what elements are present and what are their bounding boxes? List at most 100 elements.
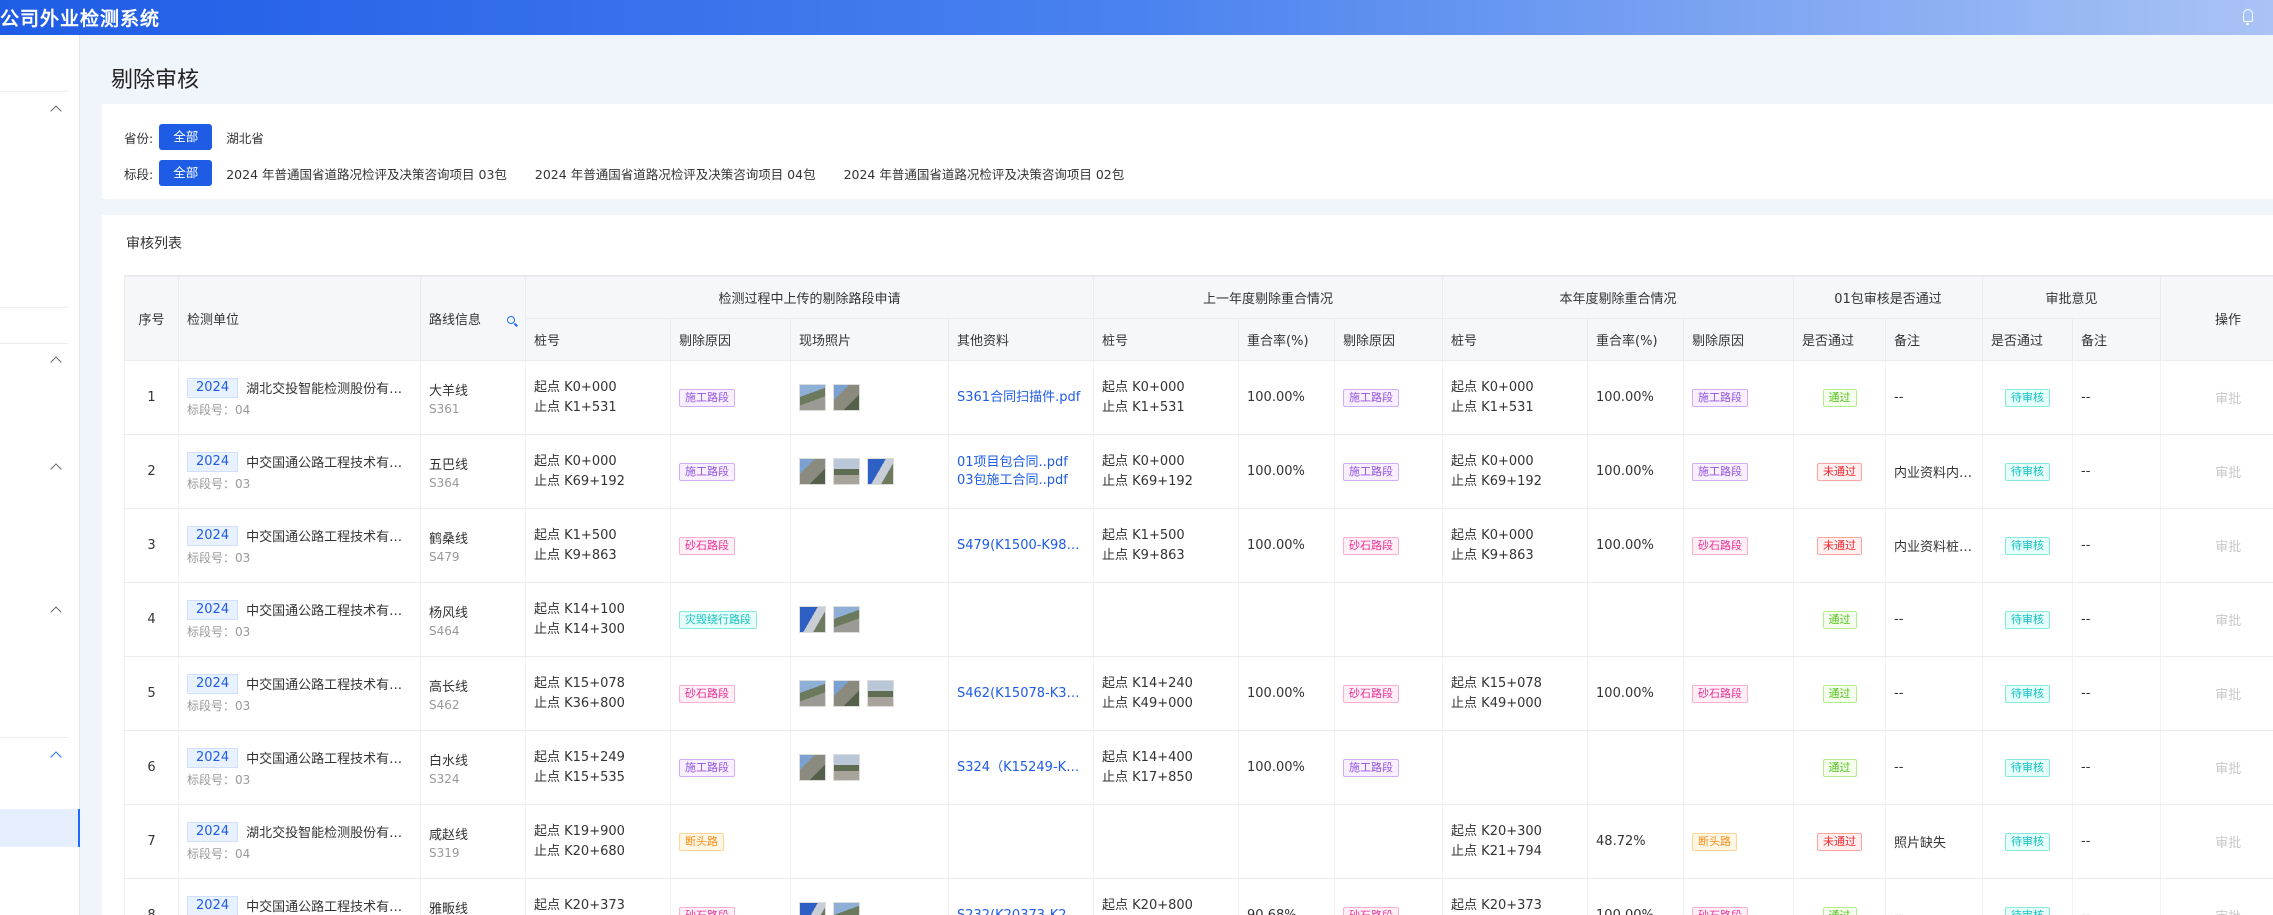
this-year-pile-cell: 起点 K20+300 止点 K21+794 bbox=[1442, 804, 1588, 879]
pkg01-remark-cell: -- bbox=[1885, 878, 1983, 915]
approve-button[interactable]: 审批 bbox=[2215, 688, 2241, 703]
year-badge: 2024 bbox=[187, 673, 239, 694]
site-photo-thumbnail[interactable] bbox=[833, 384, 860, 411]
pile-end: 止点 K69+192 bbox=[1102, 473, 1193, 489]
this-year-pile-cell: 起点 K0+000 止点 K69+192 bbox=[1442, 434, 1588, 509]
pile-end: 止点 K20+680 bbox=[534, 843, 625, 859]
reason-tag: 施工路段 bbox=[1343, 388, 1400, 407]
last-year-pile-cell: 起点 K14+400 止点 K17+850 bbox=[1093, 730, 1239, 805]
approve-button[interactable]: 审批 bbox=[2215, 762, 2241, 777]
reason-tag: 施工路段 bbox=[1343, 758, 1400, 777]
last-year-reason-cell: 施工路段 bbox=[1334, 434, 1443, 509]
upload-pile-cell: 起点 K0+000 止点 K69+192 bbox=[525, 434, 671, 509]
section-all-button[interactable]: 全部 bbox=[159, 160, 213, 186]
file-link[interactable]: S232(K20373-K24955)合同.pdf bbox=[957, 907, 1085, 915]
approve-button[interactable]: 审批 bbox=[2215, 614, 2241, 629]
pile-end: 止点 K14+300 bbox=[534, 621, 625, 637]
pile-end: 止点 K9+863 bbox=[534, 547, 617, 563]
year-badge: 2024 bbox=[187, 895, 239, 915]
route-cell: 咸赵线 S319 bbox=[420, 804, 526, 879]
pkg01-status-cell: 通过 bbox=[1793, 730, 1886, 805]
pkg01-remark: 内业资料桩号不符 bbox=[1894, 540, 1974, 555]
audit-table: 序号 检测单位 路线信息 检测过程中上传的剔除路段申请 上一年度剔除重合情况 本… bbox=[124, 276, 2273, 915]
col-pile: 桩号 bbox=[1442, 318, 1589, 361]
pile-end: 止点 K9+863 bbox=[1102, 547, 1185, 563]
pkg01-status-cell: 未通过 bbox=[1793, 434, 1886, 509]
pile-start: 起点 K20+800 bbox=[1102, 897, 1193, 913]
action-cell: 审批 bbox=[2160, 656, 2273, 731]
approval-status-cell: 待审核 bbox=[1982, 730, 2073, 805]
col-route: 路线信息 bbox=[420, 276, 526, 361]
chevron-up-icon[interactable] bbox=[50, 751, 62, 763]
year-badge: 2024 bbox=[187, 451, 239, 472]
sidebar-item-active[interactable] bbox=[0, 809, 80, 847]
site-photo-thumbnail[interactable] bbox=[799, 606, 826, 633]
file-link[interactable]: S462(K15078-K36800)合同.pdf bbox=[957, 685, 1085, 703]
chevron-up-icon[interactable] bbox=[50, 356, 62, 368]
this-year-pile-cell: 起点 K20+373止点 K24+955 bbox=[1442, 878, 1588, 915]
site-photo-thumbnail[interactable] bbox=[833, 680, 860, 707]
site-photo-thumbnail[interactable] bbox=[799, 754, 826, 781]
file-link[interactable]: 01项目包合同..pdf bbox=[957, 454, 1085, 472]
chevron-up-icon[interactable] bbox=[50, 463, 62, 475]
site-photo-thumbnail[interactable] bbox=[799, 680, 826, 707]
site-photo-thumbnail[interactable] bbox=[799, 902, 826, 915]
upload-pile-cell: 起点 K20+373止点 K24+955 bbox=[525, 878, 671, 915]
search-icon[interactable] bbox=[507, 316, 516, 324]
pkg01-remark: -- bbox=[1894, 760, 1904, 775]
year-badge: 2024 bbox=[187, 821, 239, 842]
this-year-rate: 100.00% bbox=[1587, 508, 1684, 583]
reason-tag: 施工路段 bbox=[679, 462, 735, 481]
section-option[interactable]: 2024 年普通国省道路况检评及决策咨询项目 03包 bbox=[226, 164, 507, 183]
section-number: 标段号：03 bbox=[187, 476, 251, 491]
audit-table-wrapper[interactable]: 序号 检测单位 路线信息 检测过程中上传的剔除路段申请 上一年度剔除重合情况 本… bbox=[124, 275, 2273, 915]
site-photo-thumbnail[interactable] bbox=[799, 384, 826, 411]
status-badge: 通过 bbox=[1822, 610, 1857, 629]
province-all-button[interactable]: 全部 bbox=[159, 124, 213, 150]
site-photo-thumbnail[interactable] bbox=[867, 680, 894, 707]
chevron-up-icon[interactable] bbox=[50, 606, 62, 618]
site-photo-thumbnail[interactable] bbox=[833, 606, 860, 633]
file-link[interactable]: S479(K1500-K9863)合同.pdf bbox=[957, 537, 1085, 555]
pile-end: 止点 K69+192 bbox=[1451, 473, 1542, 489]
unit-cell: 2024中交国通公路工程技术有限公司标段号：03 bbox=[178, 508, 421, 583]
approve-button[interactable]: 审批 bbox=[2215, 392, 2241, 407]
site-photo-thumbnail[interactable] bbox=[799, 458, 826, 485]
col-rate: 重合率(%) bbox=[1587, 318, 1685, 361]
section-number: 标段号：03 bbox=[187, 624, 251, 639]
last-year-rate: 100.00% bbox=[1238, 730, 1335, 805]
file-link[interactable]: 03包施工合同..pdf bbox=[957, 472, 1085, 490]
pile-start: 起点 K0+000 bbox=[534, 379, 617, 395]
site-photo-thumbnail[interactable] bbox=[867, 458, 894, 485]
section-option[interactable]: 2024 年普通国省道路况检评及决策咨询项目 02包 bbox=[844, 164, 1125, 183]
pkg01-remark-cell: -- bbox=[1885, 360, 1983, 435]
unit-cell: 2024中交国通公路工程技术有限公司标段号：03 bbox=[178, 878, 421, 915]
col-reason: 剔除原因 bbox=[670, 318, 791, 361]
status-badge: 通过 bbox=[1822, 684, 1857, 703]
route-cell: 高长线 S462 bbox=[420, 656, 526, 731]
status-badge: 待审核 bbox=[2005, 906, 2051, 915]
chevron-up-icon[interactable] bbox=[50, 105, 62, 117]
table-row: 5 2024 中交国通公路工程技术有限公司 标段号：03 高长线 S462 起点 K15+0… bbox=[124, 656, 2273, 731]
approve-button[interactable]: 审批 bbox=[2215, 466, 2241, 481]
photos-cell bbox=[790, 508, 949, 583]
site-photo-thumbnail[interactable] bbox=[833, 458, 860, 485]
reason-tag: 砂石路段 bbox=[679, 684, 735, 703]
approve-button[interactable]: 审批 bbox=[2215, 836, 2241, 851]
site-photo-thumbnail[interactable] bbox=[833, 754, 860, 781]
file-link[interactable]: S324（K15249-K15535）合同.pdf bbox=[957, 759, 1085, 777]
site-photo-thumbnail[interactable] bbox=[833, 902, 860, 915]
status-badge: 通过 bbox=[1822, 388, 1857, 407]
this-year-rate bbox=[1587, 730, 1684, 805]
section-option[interactable]: 2024 年普通国省道路况检评及决策咨询项目 04包 bbox=[535, 164, 816, 183]
bell-icon[interactable] bbox=[2243, 9, 2253, 25]
last-year-rate: 100.00% bbox=[1238, 360, 1335, 435]
approve-button[interactable]: 审批 bbox=[2215, 540, 2241, 555]
pkg01-remark: -- bbox=[1894, 390, 1904, 405]
pkg01-remark-cell: -- bbox=[1885, 582, 1983, 657]
province-option[interactable]: 湖北省 bbox=[226, 128, 264, 147]
unit-name: 中交国通公路工程技术有限公司 bbox=[246, 678, 411, 693]
this-year-reason-cell: 施工路段 bbox=[1683, 434, 1794, 509]
approve-button[interactable]: 审批 bbox=[2215, 910, 2241, 915]
file-link[interactable]: S361合同扫描件.pdf bbox=[957, 389, 1085, 407]
